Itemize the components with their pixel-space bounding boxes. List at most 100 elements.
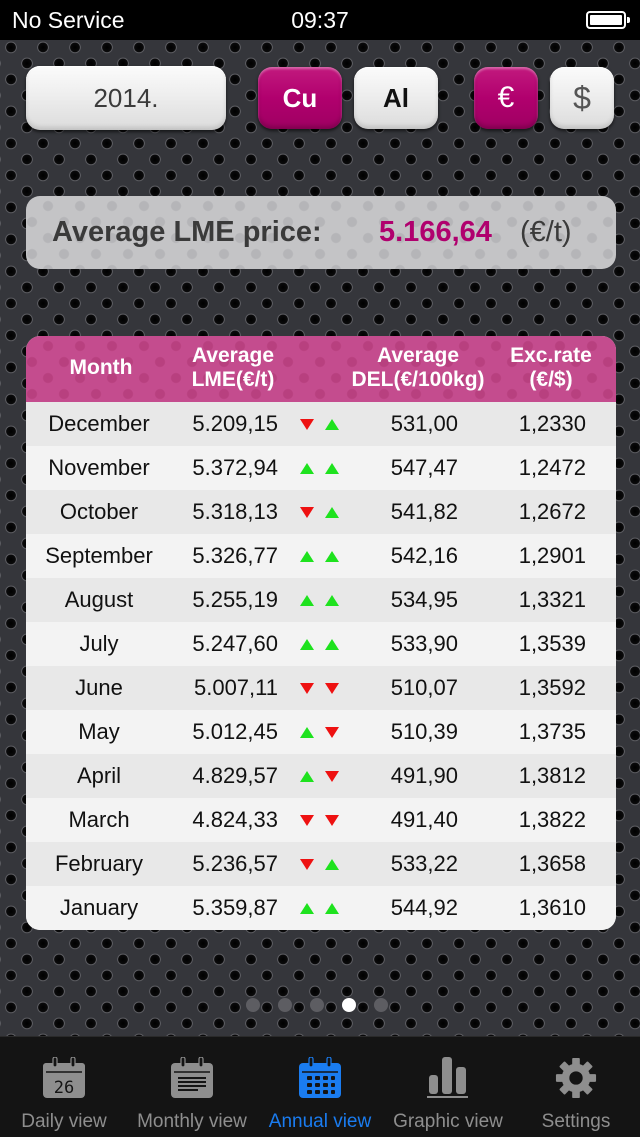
arrow-down-icon xyxy=(300,859,314,870)
average-lme-cell: 5.318,13 xyxy=(192,499,278,524)
average-del-cell: 510,07 xyxy=(390,675,458,700)
page-dot[interactable] xyxy=(278,998,292,1012)
table-row: February 5.236,57 533,22 1,3658 xyxy=(26,842,616,886)
month-cell: November xyxy=(48,455,150,480)
average-price-unit: (€/t) xyxy=(520,216,572,248)
average-del-cell: 533,22 xyxy=(390,851,458,876)
metal-copper-button[interactable]: Cu xyxy=(258,67,342,129)
arrow-up-icon xyxy=(300,639,314,650)
arrow-up-icon xyxy=(300,903,314,914)
arrow-up-icon xyxy=(325,419,339,430)
month-cell: February xyxy=(54,851,144,876)
table-row: May 5.012,45 510,39 1,3735 xyxy=(26,710,616,754)
table-row: October 5.318,13 541,82 1,2672 xyxy=(26,490,616,534)
calendar-year-icon xyxy=(299,1057,341,1098)
page-indicator[interactable] xyxy=(0,998,637,1014)
currency-euro-button[interactable]: € xyxy=(474,67,538,129)
tab-graphic-view[interactable]: Graphic view xyxy=(384,1037,512,1137)
exchange-rate-cell: 1,2672 xyxy=(518,499,586,524)
tab-bar: 26 Daily view Monthly view Annual view G… xyxy=(0,1036,640,1137)
table-row: August 5.255,19 534,95 1,3321 xyxy=(26,578,616,622)
average-del-cell: 541,82 xyxy=(390,499,458,524)
calendar-day-icon: 26 xyxy=(43,1057,85,1098)
average-lme-cell: 4.824,33 xyxy=(192,807,278,832)
arrow-up-icon xyxy=(325,551,339,562)
battery-full-icon xyxy=(586,11,630,29)
main-content: 2014. Cu Al € $ Average LME price: 5.166… xyxy=(0,40,640,1036)
header-exc-line2: (€/$) xyxy=(529,368,573,391)
arrow-up-icon xyxy=(325,639,339,650)
average-price-panel: Average LME price: 5.166,64 (€/t) xyxy=(26,196,616,269)
exchange-rate-cell: 1,3539 xyxy=(518,631,586,656)
arrow-down-icon xyxy=(325,771,339,782)
header-lme-line1: Average xyxy=(191,344,275,367)
table-row: March 4.824,33 491,40 1,3822 xyxy=(26,798,616,842)
table-row: January 5.359,87 544,92 1,3610 xyxy=(26,886,616,930)
metal-aluminium-button[interactable]: Al xyxy=(354,67,438,129)
tab-monthly-view[interactable]: Monthly view xyxy=(128,1037,256,1137)
average-lme-cell: 5.255,19 xyxy=(192,587,278,612)
exchange-rate-cell: 1,3658 xyxy=(518,851,586,876)
month-cell: June xyxy=(75,675,123,700)
page-dot[interactable] xyxy=(310,998,324,1012)
header-del-line1: Average xyxy=(376,344,460,367)
average-lme-cell: 5.359,87 xyxy=(192,895,278,920)
exchange-rate-cell: 1,3592 xyxy=(518,675,586,700)
average-lme-cell: 5.209,15 xyxy=(192,411,278,436)
month-cell: May xyxy=(78,719,120,744)
page-dot[interactable] xyxy=(246,998,260,1012)
average-lme-cell: 5.326,77 xyxy=(192,543,278,568)
table-row: September 5.326,77 542,16 1,2901 xyxy=(26,534,616,578)
average-lme-cell: 5.372,94 xyxy=(192,455,278,480)
arrow-up-icon xyxy=(325,463,339,474)
tab-label: Settings xyxy=(541,1111,611,1132)
tab-settings[interactable]: Settings xyxy=(512,1037,640,1137)
annual-table: Month Average LME(€/t) Average DEL(€/100… xyxy=(26,336,616,930)
arrow-down-icon xyxy=(300,683,314,694)
page-dot[interactable] xyxy=(374,998,388,1012)
tab-label: Graphic view xyxy=(393,1111,503,1132)
average-del-cell: 531,00 xyxy=(390,411,458,436)
average-del-cell: 491,90 xyxy=(390,763,458,788)
arrow-up-icon xyxy=(300,595,314,606)
table-header: Month Average LME(€/t) Average DEL(€/100… xyxy=(26,336,616,402)
tab-label: Monthly view xyxy=(137,1111,247,1132)
calendar-day-number: 26 xyxy=(54,1078,74,1098)
arrow-up-icon xyxy=(300,463,314,474)
table-row: December 5.209,15 531,00 1,2330 xyxy=(26,402,616,446)
year-selector-button[interactable]: 2014. xyxy=(26,66,226,130)
tab-label: Annual view xyxy=(268,1111,372,1132)
arrow-up-icon xyxy=(325,507,339,518)
table-row: June 5.007,11 510,07 1,3592 xyxy=(26,666,616,710)
exchange-rate-cell: 1,3735 xyxy=(518,719,586,744)
status-bar: No Service 09:37 xyxy=(0,0,640,40)
header-month: Month xyxy=(69,356,133,379)
average-lme-cell: 5.012,45 xyxy=(192,719,278,744)
arrow-up-icon xyxy=(300,551,314,562)
month-cell: March xyxy=(68,807,130,832)
header-average-del: Average DEL(€/100kg) xyxy=(338,344,498,392)
arrow-down-icon xyxy=(325,683,339,694)
page-dot-active[interactable] xyxy=(342,998,356,1012)
average-price-value: 5.166,64 xyxy=(379,216,492,248)
tab-label: Daily view xyxy=(21,1111,107,1132)
average-lme-cell: 4.829,57 xyxy=(192,763,278,788)
tab-annual-view[interactable]: Annual view xyxy=(256,1037,384,1137)
average-del-cell: 533,90 xyxy=(390,631,458,656)
arrow-down-icon xyxy=(325,815,339,826)
average-lme-cell: 5.007,11 xyxy=(193,675,278,700)
arrow-up-icon xyxy=(300,727,314,738)
currency-dollar-button[interactable]: $ xyxy=(550,67,614,129)
tab-daily-view[interactable]: 26 Daily view xyxy=(0,1037,128,1137)
average-del-cell: 542,16 xyxy=(390,543,458,568)
month-cell: July xyxy=(79,631,119,656)
month-cell: January xyxy=(59,895,139,920)
month-cell: September xyxy=(45,543,153,568)
month-cell: December xyxy=(48,411,150,436)
arrow-down-icon xyxy=(300,815,314,826)
clock: 09:37 xyxy=(291,7,349,33)
arrow-down-icon xyxy=(300,507,314,518)
average-del-cell: 547,47 xyxy=(390,455,458,480)
calendar-month-icon xyxy=(171,1057,213,1098)
exchange-rate-cell: 1,3822 xyxy=(518,807,586,832)
